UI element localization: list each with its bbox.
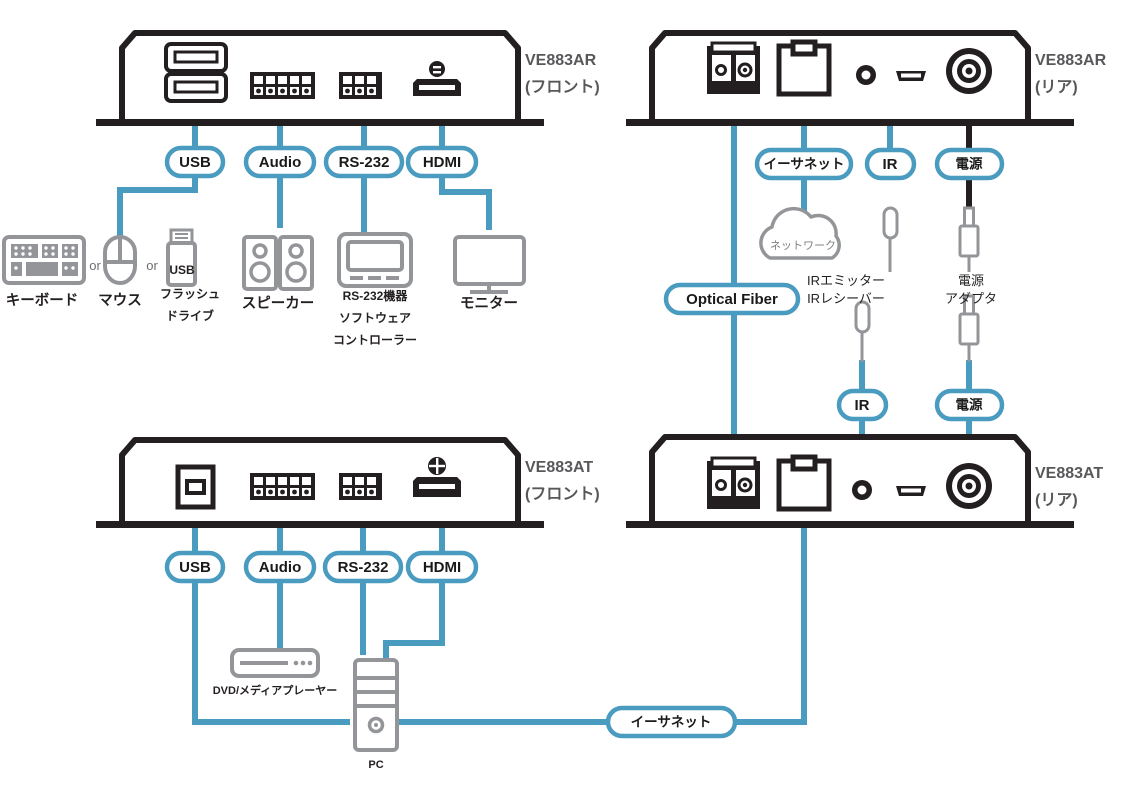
ir-emitter-plug-top — [882, 206, 899, 240]
pc-icon — [353, 658, 399, 752]
pill-ethernet-top-label: イーサネット — [764, 157, 845, 172]
ir-receiver-plug-bottom — [854, 300, 871, 334]
audio-terminal-block-port — [250, 473, 315, 500]
connection-diagram: VE883AR (フロント) VE883AR (リア) VE883AT (フロン… — [2, 30, 1107, 771]
pill-ethernet-bottom-label: イーサネット — [631, 715, 712, 730]
rs232-device-icon — [337, 232, 413, 288]
line-hdmi-to-monitor — [439, 174, 492, 230]
rj45-ethernet-port — [776, 454, 832, 512]
monitor-icon — [453, 235, 526, 294]
pill-usb-bottom-label: USB — [179, 559, 211, 576]
mouse-icon — [103, 235, 137, 285]
pill-rs232-top-label: RS-232 — [339, 154, 390, 171]
micro-usb-port — [896, 71, 926, 81]
ir-emitter-label: IRエミッター — [807, 273, 885, 288]
mouse-label: マウス — [98, 292, 142, 309]
device-title-at-front-model: VE883AT — [525, 459, 593, 476]
power-adapter-label-2: アダプタ — [945, 291, 997, 306]
pill-rs232-top[interactable]: RS-232 — [323, 145, 405, 179]
device-title-at-rear-view: (リア) — [1035, 492, 1078, 509]
pill-rs232-bottom-label: RS-232 — [338, 559, 389, 576]
pill-hdmi-bottom-label: HDMI — [423, 559, 461, 576]
or-label-2: or — [146, 258, 158, 273]
pc-label: PC — [368, 759, 383, 771]
sfp-fiber-port — [707, 456, 760, 509]
pill-audio-bottom[interactable]: Audio — [243, 550, 317, 584]
rs232-device-label-2: ソフトウェア — [339, 311, 411, 325]
device-title-ar-rear-view: (リア) — [1035, 79, 1078, 96]
dc-power-jack-port — [946, 48, 992, 94]
ir-jack-port — [852, 480, 872, 500]
pill-optical-fiber-label: Optical Fiber — [686, 291, 778, 308]
device-title-ar-front-view: (フロント) — [525, 79, 600, 96]
usb-a-dual-port — [164, 42, 228, 103]
sfp-fiber-port — [707, 41, 760, 94]
usb-b-port — [175, 464, 216, 510]
device-ve883ar-front — [96, 30, 544, 126]
pill-ir-top[interactable]: IR — [864, 147, 917, 181]
device-title-at-front-view: (フロント) — [525, 486, 600, 503]
pill-ir-bottom-label: IR — [855, 397, 870, 414]
device-title-ar-front-model: VE883AR — [525, 52, 597, 69]
network-cloud-icon: ネットワーク — [759, 206, 841, 260]
rs232-terminal-block-port — [339, 72, 382, 99]
device-ve883ar-rear — [626, 30, 1074, 126]
dc-power-jack-port — [946, 463, 992, 509]
pill-ethernet-top[interactable]: イーサネット — [754, 147, 854, 181]
pill-ir-bottom[interactable]: IR — [836, 388, 889, 422]
rs232-device-label-3: コントローラー — [333, 333, 417, 347]
rs232-terminal-block-port — [339, 473, 382, 500]
micro-usb-port — [896, 486, 926, 496]
ir-jack-port — [856, 65, 876, 85]
pill-usb-top[interactable]: USB — [164, 145, 226, 179]
network-cloud-label: ネットワーク — [770, 239, 836, 252]
usb-flash-label-2: フラッシュ — [160, 287, 220, 301]
line-hdmi-to-pc — [383, 579, 445, 660]
device-ve883at-front — [96, 437, 544, 528]
pill-audio-top-label: Audio — [259, 154, 302, 171]
pill-ethernet-bottom[interactable]: イーサネット — [605, 705, 738, 739]
power-adapter-top — [958, 206, 980, 258]
pill-audio-top[interactable]: Audio — [243, 145, 317, 179]
speaker-icon — [242, 235, 314, 291]
rj45-ethernet-port — [776, 39, 832, 97]
speaker-label: スピーカー — [242, 295, 315, 312]
pill-usb-top-label: USB — [179, 154, 211, 171]
diagram-canvas: VE883AR (フロント) VE883AR (リア) VE883AT (フロン… — [0, 0, 1140, 800]
line-usb-to-mouse — [117, 174, 198, 237]
monitor-label: モニター — [460, 295, 518, 312]
device-ve883at-rear — [626, 434, 1074, 528]
pill-power-top[interactable]: 電源 — [934, 147, 1005, 181]
pill-hdmi-top-label: HDMI — [423, 154, 461, 171]
pill-rs232-bottom[interactable]: RS-232 — [322, 550, 404, 584]
power-adapter-label-1: 電源 — [958, 273, 984, 288]
pill-hdmi-top[interactable]: HDMI — [405, 145, 479, 179]
device-title-ar-rear-model: VE883AR — [1035, 52, 1107, 69]
dvd-player-icon — [230, 648, 320, 678]
pill-hdmi-bottom[interactable]: HDMI — [405, 550, 479, 584]
pill-ir-top-label: IR — [883, 156, 898, 173]
audio-terminal-block-port — [250, 72, 315, 99]
device-title-at-rear-model: VE883AT — [1035, 465, 1103, 482]
usb-flash-label-1: USB — [169, 263, 195, 277]
dvd-player-label: DVD/メディアプレーヤー — [213, 683, 338, 697]
pill-optical-fiber[interactable]: Optical Fiber — [663, 282, 801, 316]
pill-power-top-label: 電源 — [956, 156, 984, 172]
keyboard-icon — [2, 235, 86, 285]
line-at-ethernet-run — [735, 500, 807, 725]
usb-flash-label-3: ドライブ — [166, 308, 214, 323]
ir-receiver-label: IRレシーバー — [807, 291, 885, 306]
pill-audio-bottom-label: Audio — [259, 559, 302, 576]
or-label-1: or — [89, 258, 101, 273]
keyboard-label: キーボード — [6, 292, 79, 309]
pill-power-bottom[interactable]: 電源 — [934, 388, 1005, 422]
pill-power-bottom-label: 電源 — [956, 397, 984, 413]
pill-usb-bottom[interactable]: USB — [164, 550, 226, 584]
rs232-device-label-1: RS-232機器 — [343, 288, 409, 303]
